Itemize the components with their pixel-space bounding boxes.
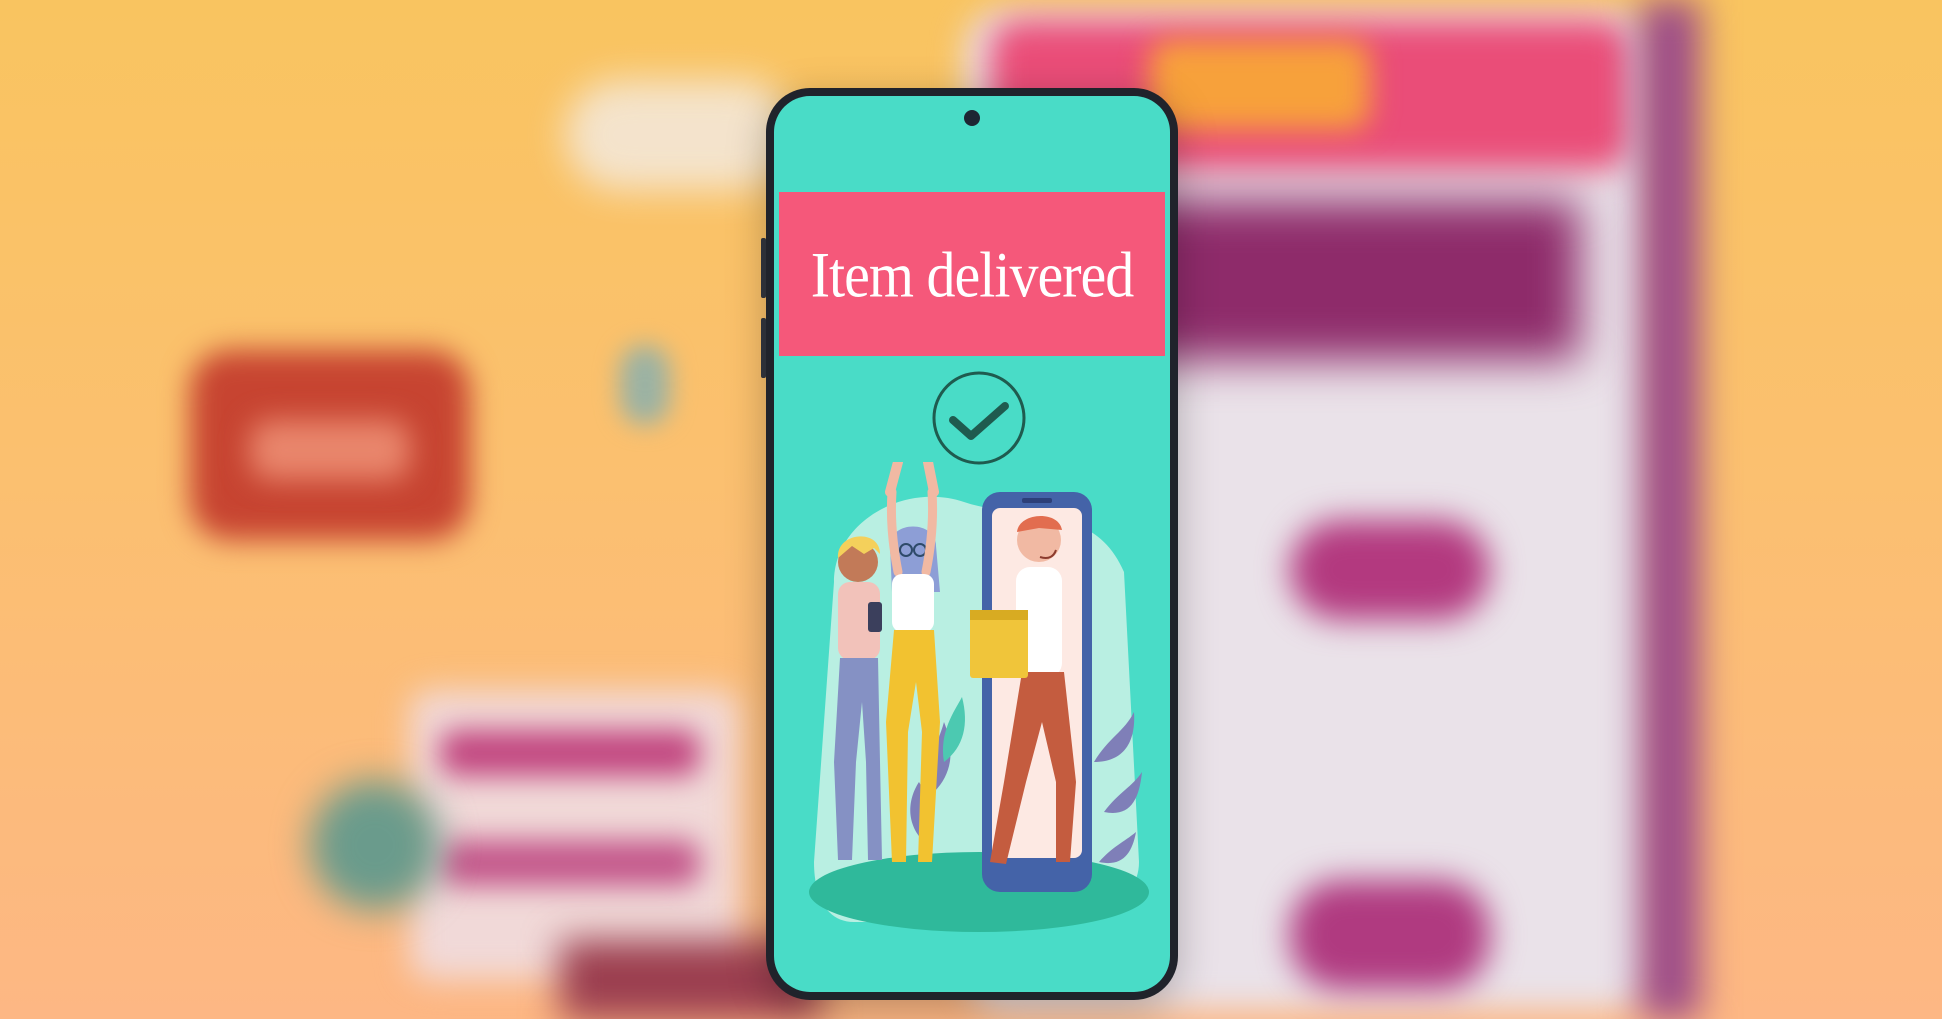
phone-side-button xyxy=(761,318,766,378)
banner-title: Item delivered xyxy=(810,237,1135,311)
background-card-bar xyxy=(440,730,700,776)
background-phone-edge xyxy=(1640,0,1700,1019)
background-purple-button xyxy=(1290,520,1490,620)
background-cloud xyxy=(565,80,795,190)
background-red-badge-inner xyxy=(250,420,410,480)
phone-screen: Item delivered xyxy=(774,96,1170,992)
background-card-bar xyxy=(440,840,700,886)
background-green-circle xyxy=(310,780,440,910)
phone-side-button xyxy=(761,238,766,298)
background-purple-button xyxy=(1290,880,1490,990)
check-circle-icon xyxy=(932,371,1026,465)
background-teal-dot xyxy=(620,345,670,425)
camera-icon xyxy=(964,110,980,126)
phone-mockup: Item delivered xyxy=(761,88,1178,1000)
background-phone-orange-block xyxy=(1150,40,1370,130)
delivery-banner: Item delivered xyxy=(779,192,1165,356)
delivery-illustration xyxy=(809,462,1149,932)
